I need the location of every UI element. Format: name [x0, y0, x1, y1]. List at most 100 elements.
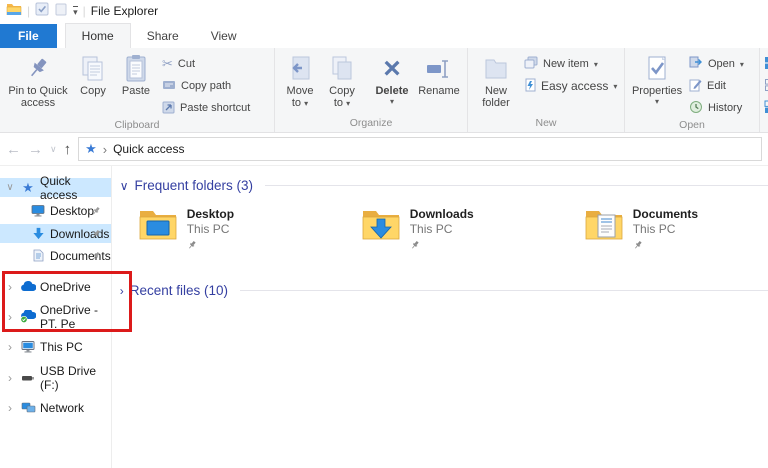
invert-selection-button[interactable]: Invert selection — [764, 98, 768, 118]
section-title: Recent files (10) — [129, 283, 228, 298]
chevron-down-icon[interactable]: ∨ — [4, 182, 16, 193]
paste-button[interactable]: Paste — [114, 51, 158, 99]
new-folder-icon — [483, 53, 509, 85]
quick-access-star-icon: ★ — [22, 179, 34, 195]
tab-home[interactable]: Home — [64, 23, 131, 48]
history-icon — [689, 100, 703, 117]
back-button[interactable]: ← — [6, 141, 21, 158]
chevron-right-icon[interactable]: › — [4, 340, 16, 354]
ribbon: Pin to Quick access Copy Paste ✂ Cut Cop… — [0, 48, 768, 133]
qat-customize-icon[interactable]: ▾ — [73, 6, 78, 17]
pin-icon — [91, 228, 101, 242]
copy-button[interactable]: Copy — [72, 51, 114, 99]
recent-locations-caret[interactable]: ∨ — [50, 144, 57, 155]
invert-selection-icon — [764, 100, 768, 117]
paste-shortcut-button[interactable]: Paste shortcut — [162, 98, 270, 118]
move-to-icon — [288, 53, 312, 85]
sidebar-item-desktop[interactable]: Desktop — [0, 201, 111, 220]
ribbon-group-clipboard: Pin to Quick access Copy Paste ✂ Cut Cop… — [0, 48, 275, 132]
usb-drive-icon — [20, 374, 36, 382]
group-label-organize: Organize — [349, 117, 393, 129]
sidebar-item-onedrive[interactable]: › OneDrive — [0, 277, 111, 296]
files-panel: ∨ Frequent folders (3) Desktop This PC D… — [112, 166, 768, 468]
recent-files-header[interactable]: › Recent files (10) — [120, 283, 768, 298]
qat-new-folder-icon[interactable] — [54, 2, 68, 21]
pin-to-quick-access-button[interactable]: Pin to Quick access — [4, 51, 72, 111]
rename-icon — [425, 53, 453, 85]
chevron-right-icon[interactable]: › — [4, 310, 16, 324]
pin-icon — [91, 205, 101, 219]
delete-button[interactable]: × Delete ▾ — [369, 51, 415, 108]
up-button[interactable]: ↑ — [64, 141, 72, 158]
address-input[interactable]: ★ › Quick access — [78, 137, 762, 161]
chevron-right-icon[interactable]: › — [4, 280, 16, 294]
properties-icon — [646, 53, 668, 85]
file-explorer-window: | ▾ | File Explorer File Home Share View… — [0, 0, 768, 468]
new-item-button[interactable]: New item ▾ — [524, 54, 620, 74]
group-label-open: Open — [679, 119, 705, 131]
sidebar-item-usb-drive[interactable]: › USB Drive (F:) — [0, 364, 111, 392]
titlebar-separator: | — [27, 4, 31, 18]
folder-tile-documents[interactable]: Documents This PC — [584, 207, 768, 255]
ribbon-group-organize: Move to ▾ Copy to ▾ × Delete ▾ Rename Or… — [275, 48, 468, 132]
dropdown-caret-icon: ▾ — [593, 59, 598, 69]
frequent-folders-tiles: Desktop This PC Downloads This PC Docume… — [138, 207, 768, 255]
edit-button[interactable]: Edit — [689, 76, 755, 96]
tab-share[interactable]: Share — [131, 24, 195, 48]
copy-path-icon — [162, 79, 176, 94]
frequent-folders-header[interactable]: ∨ Frequent folders (3) — [120, 178, 768, 193]
desktop-icon — [30, 204, 46, 217]
dropdown-caret-icon: ▾ — [389, 97, 394, 106]
sidebar-item-onedrive-business[interactable]: › OneDrive - PT. Pe — [0, 303, 111, 331]
section-title: Frequent folders (3) — [134, 178, 254, 193]
sidebar-item-network[interactable]: › Network — [0, 398, 111, 417]
select-none-button[interactable]: Select none — [764, 76, 768, 96]
sidebar-item-documents[interactable]: Documents — [0, 246, 111, 265]
chevron-down-icon[interactable]: ∨ — [120, 179, 129, 193]
pin-icon — [26, 53, 50, 85]
new-folder-button[interactable]: New folder — [472, 51, 520, 111]
sidebar-item-this-pc[interactable]: › This PC — [0, 337, 111, 356]
tab-file[interactable]: File — [0, 24, 57, 48]
this-pc-icon — [20, 340, 36, 353]
copy-to-button[interactable]: Copy to ▾ — [321, 51, 363, 112]
pin-icon — [633, 237, 643, 254]
delete-icon: × — [383, 52, 401, 85]
group-label-clipboard: Clipboard — [114, 119, 160, 131]
copy-to-icon — [330, 53, 354, 85]
chevron-right-icon[interactable]: › — [4, 401, 16, 415]
address-bar: ← → ∨ ↑ ★ › Quick access — [0, 133, 768, 166]
qat-properties-icon[interactable] — [35, 2, 49, 21]
downloads-icon — [30, 227, 46, 240]
folder-tile-desktop[interactable]: Desktop This PC — [138, 207, 361, 255]
sidebar-item-quick-access[interactable]: ∨ ★ Quick access — [0, 174, 111, 202]
dropdown-caret-icon: ▾ — [654, 97, 659, 106]
paste-shortcut-icon — [162, 100, 175, 117]
select-all-button[interactable]: Select all — [764, 54, 768, 74]
breadcrumb-location[interactable]: Quick access — [113, 142, 184, 156]
new-item-icon — [524, 56, 538, 72]
sidebar-item-downloads[interactable]: Downloads — [0, 224, 111, 243]
cut-button[interactable]: ✂ Cut — [162, 54, 270, 74]
chevron-right-icon[interactable]: › — [4, 371, 16, 385]
section-rule — [240, 290, 768, 291]
copy-path-button[interactable]: Copy path — [162, 76, 270, 96]
history-button[interactable]: History — [689, 98, 755, 118]
rename-button[interactable]: Rename — [415, 51, 463, 99]
forward-button[interactable]: → — [28, 141, 43, 158]
move-to-button[interactable]: Move to ▾ — [279, 51, 321, 112]
edit-icon — [689, 78, 702, 95]
easy-access-icon — [524, 78, 536, 95]
open-button[interactable]: Open ▾ — [689, 54, 755, 74]
properties-button[interactable]: Properties ▾ — [629, 51, 685, 108]
easy-access-button[interactable]: Easy access ▾ — [524, 76, 620, 96]
chevron-right-icon[interactable]: › — [120, 284, 124, 298]
section-rule — [265, 185, 768, 186]
ribbon-group-new: New folder New item ▾ Easy access ▾ New — [468, 48, 625, 132]
tab-view[interactable]: View — [195, 24, 253, 48]
ribbon-group-select: Select all Select none Invert selection — [760, 48, 768, 132]
downloads-folder-icon — [361, 207, 401, 246]
navigation-pane: ∨ ★ Quick access Desktop Downloads Docum… — [0, 166, 112, 468]
folder-tile-downloads[interactable]: Downloads This PC — [361, 207, 584, 255]
dropdown-caret-icon: ▾ — [304, 99, 309, 108]
